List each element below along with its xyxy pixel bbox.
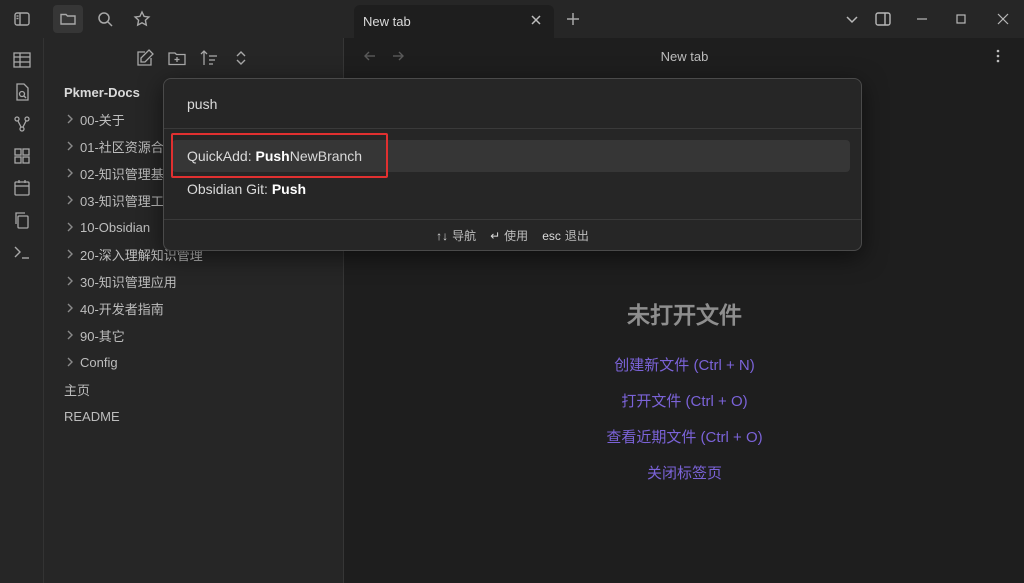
instruction-use: ↵ 使用 (490, 227, 528, 244)
suggestion-match: Push (271, 181, 307, 197)
sort-icon[interactable] (199, 48, 221, 70)
title-bar: New tab (0, 0, 1024, 38)
command-palette: push QuickAdd: PushNewBranch Obsidian Gi… (163, 78, 862, 251)
instruction-label: 导航 (452, 229, 477, 243)
suggestion-suffix: NewBranch (289, 148, 363, 164)
instruction-dismiss: esc 退出 (542, 227, 589, 244)
suggestion-prefix: QuickAdd: (187, 148, 256, 164)
tree-item-label: 01-社区资源合 (80, 139, 164, 155)
expand-collapse-icon[interactable] (231, 48, 253, 70)
tree-folder[interactable]: 10-Obsidian (64, 217, 150, 237)
suggestion-prefix: Obsidian Git: (187, 181, 272, 197)
chevron-right-icon (67, 330, 73, 340)
close-tab-link[interactable]: 关闭标签页 (345, 462, 1024, 483)
tree-item-label: 30-知识管理应用 (80, 274, 177, 290)
grid-icon[interactable] (12, 146, 32, 166)
close-icon[interactable] (528, 12, 544, 28)
new-note-icon[interactable] (135, 48, 157, 70)
folder-icon[interactable] (53, 5, 83, 33)
tree-folder[interactable]: Config (64, 352, 118, 372)
chevron-right-icon (67, 222, 73, 232)
chevron-right-icon (67, 195, 73, 205)
empty-state-title: 未打开文件 (627, 302, 742, 328)
tree-item-label: 主页 (64, 382, 91, 398)
tree-folder[interactable]: 02-知识管理基 (64, 163, 164, 183)
tree-folder[interactable]: 90-其它 (64, 325, 125, 345)
palette-instructions: ↑↓ 导航 ↵ 使用 esc 退出 (164, 219, 861, 251)
chevron-right-icon (67, 303, 73, 313)
tree-folder[interactable]: 01-社区资源合 (64, 136, 164, 156)
chevron-down-icon[interactable] (842, 9, 862, 29)
chevron-right-icon (67, 168, 73, 178)
plus-icon[interactable] (563, 9, 583, 29)
search-icon[interactable] (90, 5, 120, 33)
chevron-right-icon (67, 276, 73, 286)
tree-folder[interactable]: 03-知识管理工 (64, 190, 164, 210)
chevron-right-icon (67, 114, 73, 124)
create-new-file-link[interactable]: 创建新文件 (Ctrl + N) (345, 354, 1024, 375)
tab-title: New tab (363, 14, 411, 29)
tree-file[interactable]: README (64, 406, 120, 426)
instruction-navigate: ↑↓ 导航 (436, 227, 476, 244)
command-search-input[interactable]: push (164, 79, 861, 129)
calendar-icon[interactable] (12, 178, 32, 198)
open-file-link[interactable]: 打开文件 (Ctrl + O) (345, 390, 1024, 411)
instruction-key: esc (542, 228, 561, 243)
minimize-icon[interactable] (912, 9, 932, 29)
file-search-icon[interactable] (12, 82, 32, 102)
tree-folder[interactable]: 30-知识管理应用 (64, 271, 177, 291)
tree-item-label: README (64, 408, 120, 424)
instruction-label: 使用 (504, 229, 529, 243)
tree-item-label: Config (80, 354, 118, 370)
chevron-right-icon (67, 357, 73, 367)
instruction-key: ↑↓ (436, 228, 449, 243)
maximize-icon[interactable] (951, 9, 971, 29)
table-icon[interactable] (12, 50, 32, 70)
tree-item-label: 00-关于 (80, 112, 125, 128)
close-window-icon[interactable] (993, 9, 1013, 29)
recent-files-link[interactable]: 查看近期文件 (Ctrl + O) (345, 426, 1024, 447)
vault-name[interactable]: Pkmer-Docs (64, 85, 140, 100)
chevron-right-icon (67, 249, 73, 259)
more-options-icon[interactable] (990, 48, 1006, 64)
view-title: New tab (660, 49, 709, 64)
tree-folder[interactable]: 00-关于 (64, 109, 125, 129)
tree-file[interactable]: 主页 (64, 379, 90, 399)
right-sidebar-icon[interactable] (873, 9, 893, 29)
suggestion-item[interactable]: QuickAdd: PushNewBranch (172, 140, 850, 172)
new-folder-icon[interactable] (167, 48, 189, 70)
tree-folder[interactable]: 40-开发者指南 (64, 298, 164, 318)
star-icon[interactable] (127, 5, 157, 33)
tab-new-tab[interactable]: New tab (354, 5, 554, 38)
tree-item-label: 03-知识管理工 (80, 193, 164, 209)
sidebar-toggle-icon[interactable] (7, 5, 37, 33)
suggestion-item[interactable]: Obsidian Git: Push (172, 173, 850, 205)
suggestion-match: Push (255, 148, 290, 164)
instruction-key: ↵ (490, 228, 501, 243)
chevron-right-icon (67, 141, 73, 151)
instruction-label: 退出 (564, 229, 589, 243)
tree-item-label: 40-开发者指南 (80, 301, 164, 317)
graph-icon[interactable] (12, 114, 32, 134)
terminal-icon[interactable] (12, 242, 32, 262)
tree-item-label: 90-其它 (80, 328, 125, 344)
copy-icon[interactable] (12, 210, 32, 230)
tree-item-label: 02-知识管理基 (80, 166, 164, 182)
ribbon (0, 38, 44, 583)
tree-item-label: 10-Obsidian (80, 219, 151, 235)
